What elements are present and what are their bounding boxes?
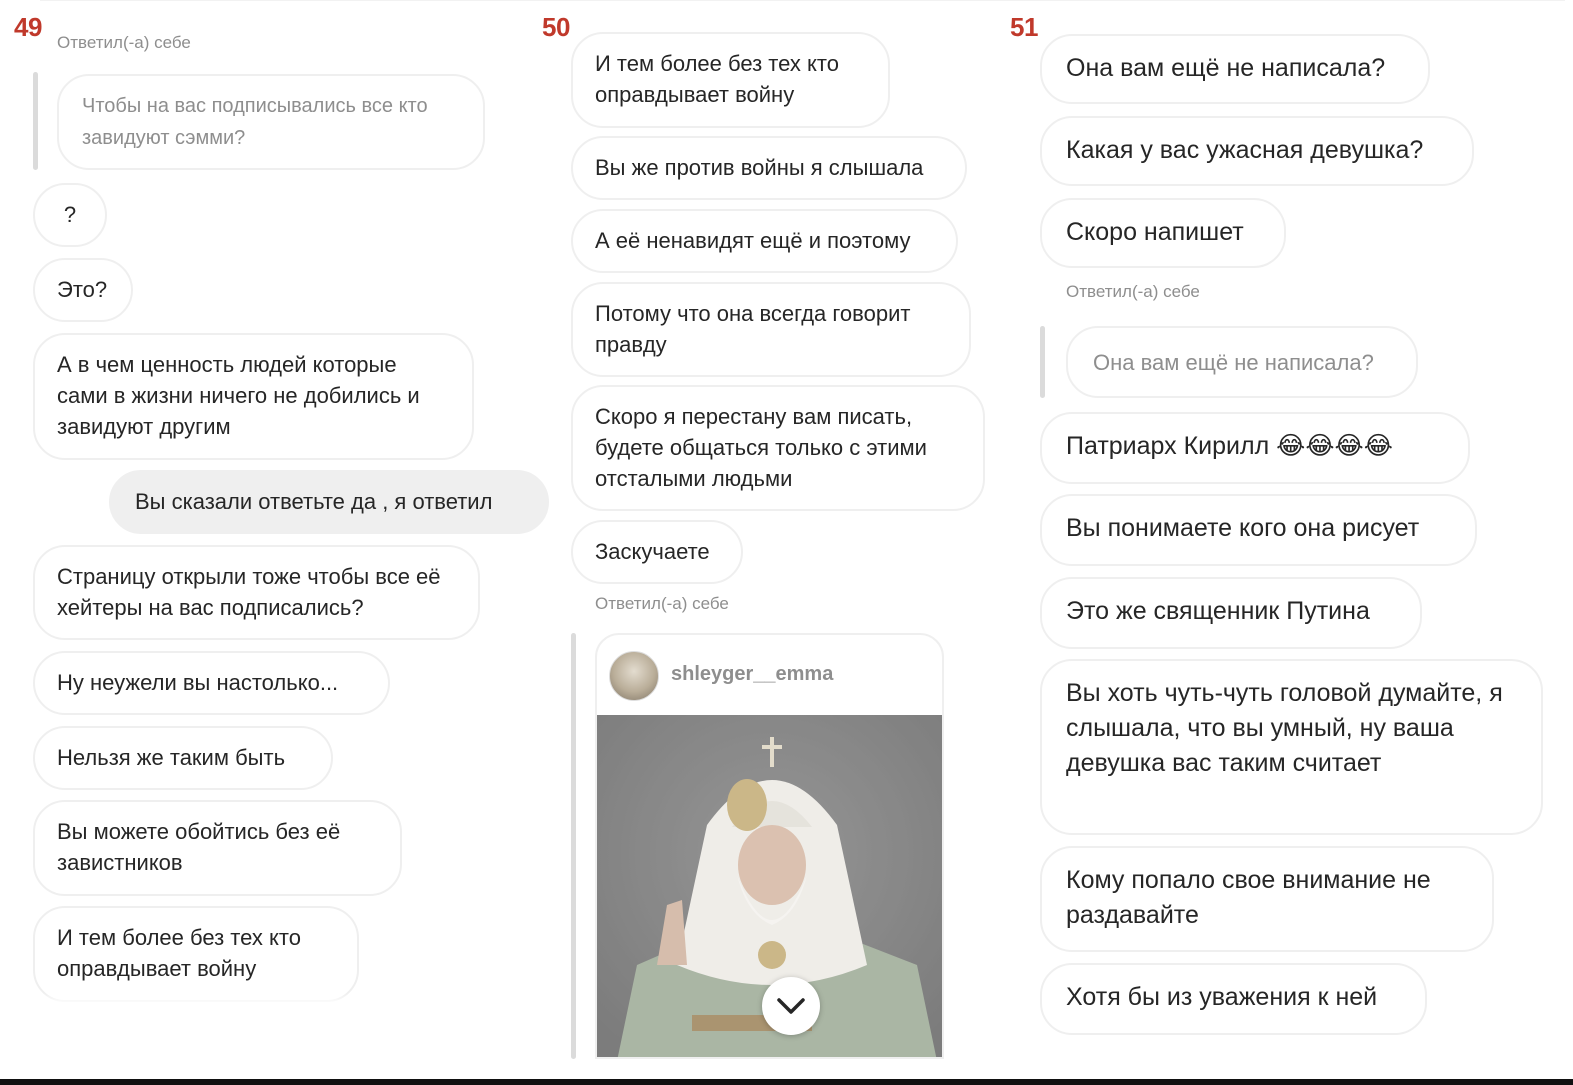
message-bubble[interactable]: Хотя бы из уважения к ней (1040, 963, 1427, 1035)
bottom-edge (0, 1079, 1573, 1085)
quote-bar (571, 633, 576, 1059)
reply-label: Ответил(-а) себе (595, 594, 729, 613)
quote-bar (1040, 326, 1045, 398)
quoted-message[interactable]: Чтобы на вас подписывались все кто завид… (57, 74, 485, 170)
chat-panel-51: 51 Она вам ещё не написала? Какая у вас … (1008, 0, 1573, 1085)
message-bubble[interactable]: Вы же против войны я слышала (571, 136, 967, 200)
post-username[interactable]: shleyger__emma (671, 663, 833, 686)
own-message-bubble[interactable]: Вы сказали ответьте да , я ответил (109, 470, 549, 534)
panel-number: 49 (14, 12, 42, 42)
message-bubble[interactable]: Страницу открыли тоже чтобы все её хейте… (33, 545, 480, 640)
message-bubble[interactable]: Вы можете обойтись без её завистников (33, 800, 402, 896)
message-bubble[interactable]: Вы понимаете кого она рисует (1040, 494, 1477, 566)
message-bubble[interactable]: А её ненавидят ещё и поэтому (571, 209, 958, 273)
reply-label: Ответил(-а) себе (1066, 282, 1200, 301)
post-header: shleyger__emma (597, 635, 942, 715)
message-bubble[interactable]: Это же священник Путина (1040, 577, 1422, 649)
message-bubble[interactable]: Она вам ещё не написала? (1040, 34, 1430, 104)
chat-panel-49: 49 Ответил(-а) себе Чтобы на вас подписы… (0, 0, 555, 1085)
message-bubble[interactable]: Патриарх Кирилл 😂😂😂😂 (1040, 412, 1470, 484)
chat-panel-50: 50 И тем более без тех кто оправдывает в… (540, 0, 1000, 1085)
quoted-message[interactable]: Она вам ещё не написала? (1066, 326, 1418, 398)
chevron-down-icon (777, 998, 805, 1014)
message-bubble[interactable]: Это? (33, 258, 133, 322)
panel-number: 50 (542, 12, 570, 42)
message-bubble[interactable]: Скоро я перестану вам писать, будете общ… (571, 385, 985, 511)
message-bubble[interactable]: Потому что она всегда говорит правду (571, 282, 971, 377)
panel-number: 51 (1010, 12, 1038, 42)
scroll-down-button[interactable] (762, 977, 820, 1035)
message-bubble[interactable]: Скоро напишет (1040, 198, 1286, 268)
message-bubble[interactable]: Заскучаете (571, 520, 743, 584)
message-bubble[interactable]: А в чем ценность людей которые сами в жи… (33, 333, 474, 460)
avatar[interactable] (609, 651, 659, 701)
message-bubble[interactable]: И тем более без тех кто оправдывает войн… (571, 32, 890, 128)
message-bubble[interactable]: Какая у вас ужасная девушка? (1040, 116, 1474, 186)
scroll-fade (0, 993, 555, 1005)
message-bubble[interactable]: Кому попало свое внимание не раздавайте (1040, 846, 1494, 952)
message-bubble[interactable]: Вы хоть чуть-чуть головой думайте, я слы… (1040, 659, 1543, 835)
message-bubble[interactable]: И тем более без тех кто оправдывает войн… (33, 906, 359, 1002)
reply-label: Ответил(-а) себе (57, 33, 191, 52)
quote-bar (33, 72, 38, 170)
message-bubble[interactable]: Ну неужели вы настолько... (33, 651, 390, 715)
message-bubble[interactable]: ? (33, 183, 107, 247)
message-bubble[interactable]: Нельзя же таким быть (33, 726, 333, 790)
